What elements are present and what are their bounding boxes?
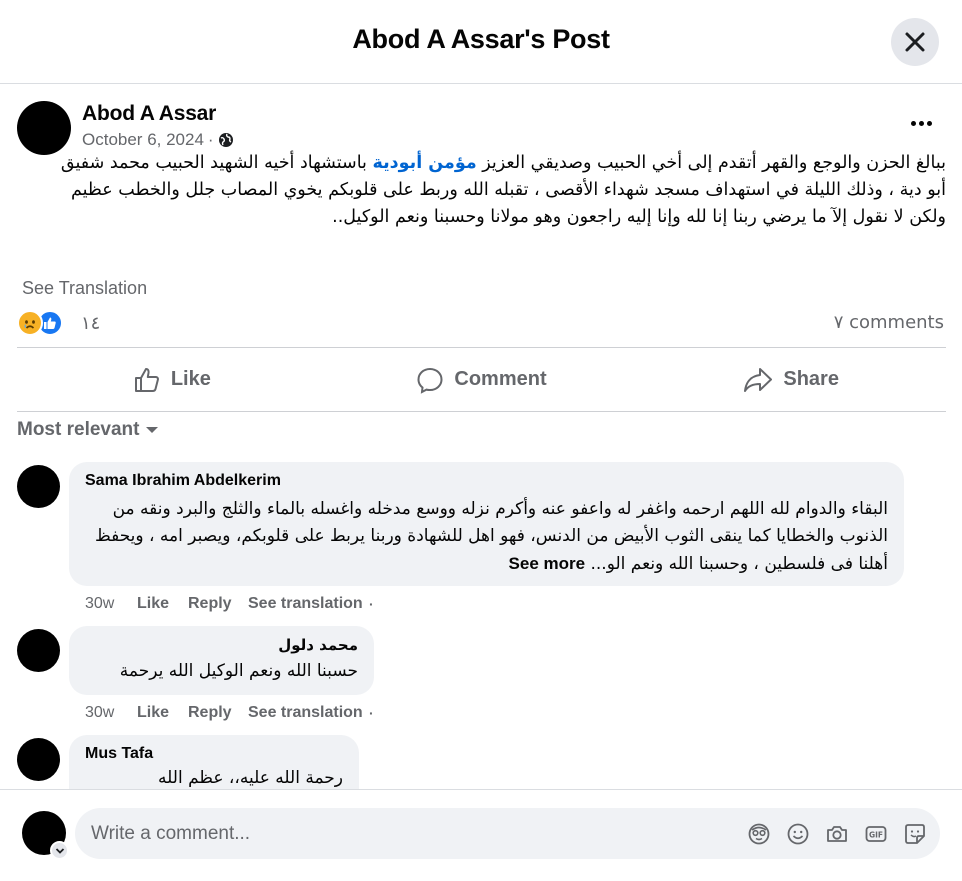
dialog-title: Abod A Assar's Post	[352, 24, 610, 54]
comment-reply-button[interactable]: Reply	[188, 704, 248, 722]
comment-like-button[interactable]: Like	[137, 595, 188, 613]
commenter-avatar[interactable]	[17, 465, 60, 508]
close-button[interactable]	[891, 18, 939, 66]
svg-text:GIF: GIF	[869, 830, 883, 839]
comment-button[interactable]: Comment	[327, 348, 637, 411]
comment-dot: ·	[369, 705, 374, 721]
post-dialog-header: Abod A Assar's Post	[0, 0, 962, 84]
sort-comments-dropdown[interactable]: Most relevant	[17, 419, 159, 441]
comment-actions: 30w Like Reply See translation ·	[85, 704, 374, 722]
composer-icons: GIF	[746, 821, 928, 847]
comment-bubble: Sama Ibrahim Abdelkerim البقاء والدوام ل…	[69, 462, 904, 586]
thumbs-up-icon	[134, 367, 159, 392]
comment-input[interactable]	[91, 822, 731, 845]
comment-label: Comment	[454, 368, 547, 390]
mention-link[interactable]: مؤمن أبودية	[372, 153, 476, 173]
chevron-down-icon	[55, 847, 64, 854]
comment-text: البقاء والدوام لله اللهم ارحمه واغفر له …	[85, 496, 888, 578]
caret-down-icon	[146, 427, 159, 433]
post-date[interactable]: October 6, 2024	[82, 130, 204, 150]
comment-timestamp[interactable]: 30w	[85, 595, 137, 613]
share-label: Share	[783, 368, 839, 390]
comment-bubble-icon	[417, 367, 443, 394]
comment-timestamp[interactable]: 30w	[85, 704, 137, 722]
author-avatar[interactable]	[17, 101, 71, 155]
comment-dot: ·	[369, 596, 374, 612]
commenter-avatar[interactable]	[17, 629, 60, 672]
comment-text: حسبنا الله ونعم الوكيل الله يرحمة	[119, 661, 358, 681]
sad-reaction-icon	[17, 310, 43, 336]
commenter-name[interactable]: Sama Ibrahim Abdelkerim	[85, 472, 888, 490]
more-options-button[interactable]	[904, 110, 938, 136]
comment-composer-bar: GIF	[0, 789, 962, 881]
comment-text-body: البقاء والدوام لله اللهم ارحمه واغفر له …	[94, 499, 888, 574]
meta-separator: ·	[207, 130, 214, 149]
comment-input-wrapper: GIF	[75, 808, 940, 859]
comment-actions: 30w Like Reply See translation ·	[85, 595, 374, 613]
see-translation-link[interactable]: See Translation	[22, 278, 147, 299]
share-button[interactable]: Share	[636, 348, 946, 411]
comment-see-translation[interactable]: See translation	[248, 595, 369, 613]
post-meta: October 6, 2024 ·	[82, 130, 234, 150]
comment-see-translation[interactable]: See translation	[248, 704, 369, 722]
like-button[interactable]: Like	[17, 348, 327, 411]
more-dot	[910, 120, 916, 126]
sort-label: Most relevant	[17, 419, 140, 440]
post-body: ببالغ الحزن والوجع والقهر أتقدم إلى أخي …	[40, 150, 946, 231]
reaction-count: ١٤	[81, 312, 101, 334]
comments-count[interactable]: ٧ comments	[834, 312, 944, 333]
commenter-avatar[interactable]	[17, 738, 60, 781]
share-arrow-icon	[744, 367, 773, 392]
post-actions-bar: Like Comment Share	[17, 347, 946, 412]
camera-icon[interactable]	[824, 821, 850, 847]
avatar-sticker-icon[interactable]	[746, 821, 772, 847]
gif-icon[interactable]: GIF	[863, 821, 889, 847]
author-name[interactable]: Abod A Assar	[82, 102, 216, 126]
commenter-name[interactable]: محمد دلول	[85, 636, 358, 654]
like-label: Like	[170, 368, 211, 390]
profile-switch-button[interactable]	[50, 841, 69, 860]
sticker-icon[interactable]	[902, 821, 928, 847]
commenter-name[interactable]: Mus Tafa	[85, 745, 343, 763]
post-scroll-area[interactable]: Abod A Assar October 6, 2024 · ببالغ الح…	[0, 84, 962, 789]
comment-like-button[interactable]: Like	[137, 704, 188, 722]
see-more-link[interactable]: See more	[509, 554, 586, 573]
comment-bubble: محمد دلول حسبنا الله ونعم الوكيل الله ير…	[69, 626, 374, 695]
comment-bubble: Mus Tafa رحمة الله عليه،، عظم الله	[69, 735, 359, 789]
comment-reply-button[interactable]: Reply	[188, 595, 248, 613]
more-dot	[918, 120, 924, 126]
reactions-summary[interactable]: ١٤	[17, 310, 100, 336]
comment-text: رحمة الله عليه،، عظم الله	[158, 768, 343, 788]
emoji-icon[interactable]	[785, 821, 811, 847]
post-text-part1: ببالغ الحزن والوجع والقهر أتقدم إلى أخي …	[476, 153, 946, 173]
more-dot	[926, 120, 932, 126]
globe-icon	[218, 133, 233, 147]
close-icon	[905, 32, 925, 52]
